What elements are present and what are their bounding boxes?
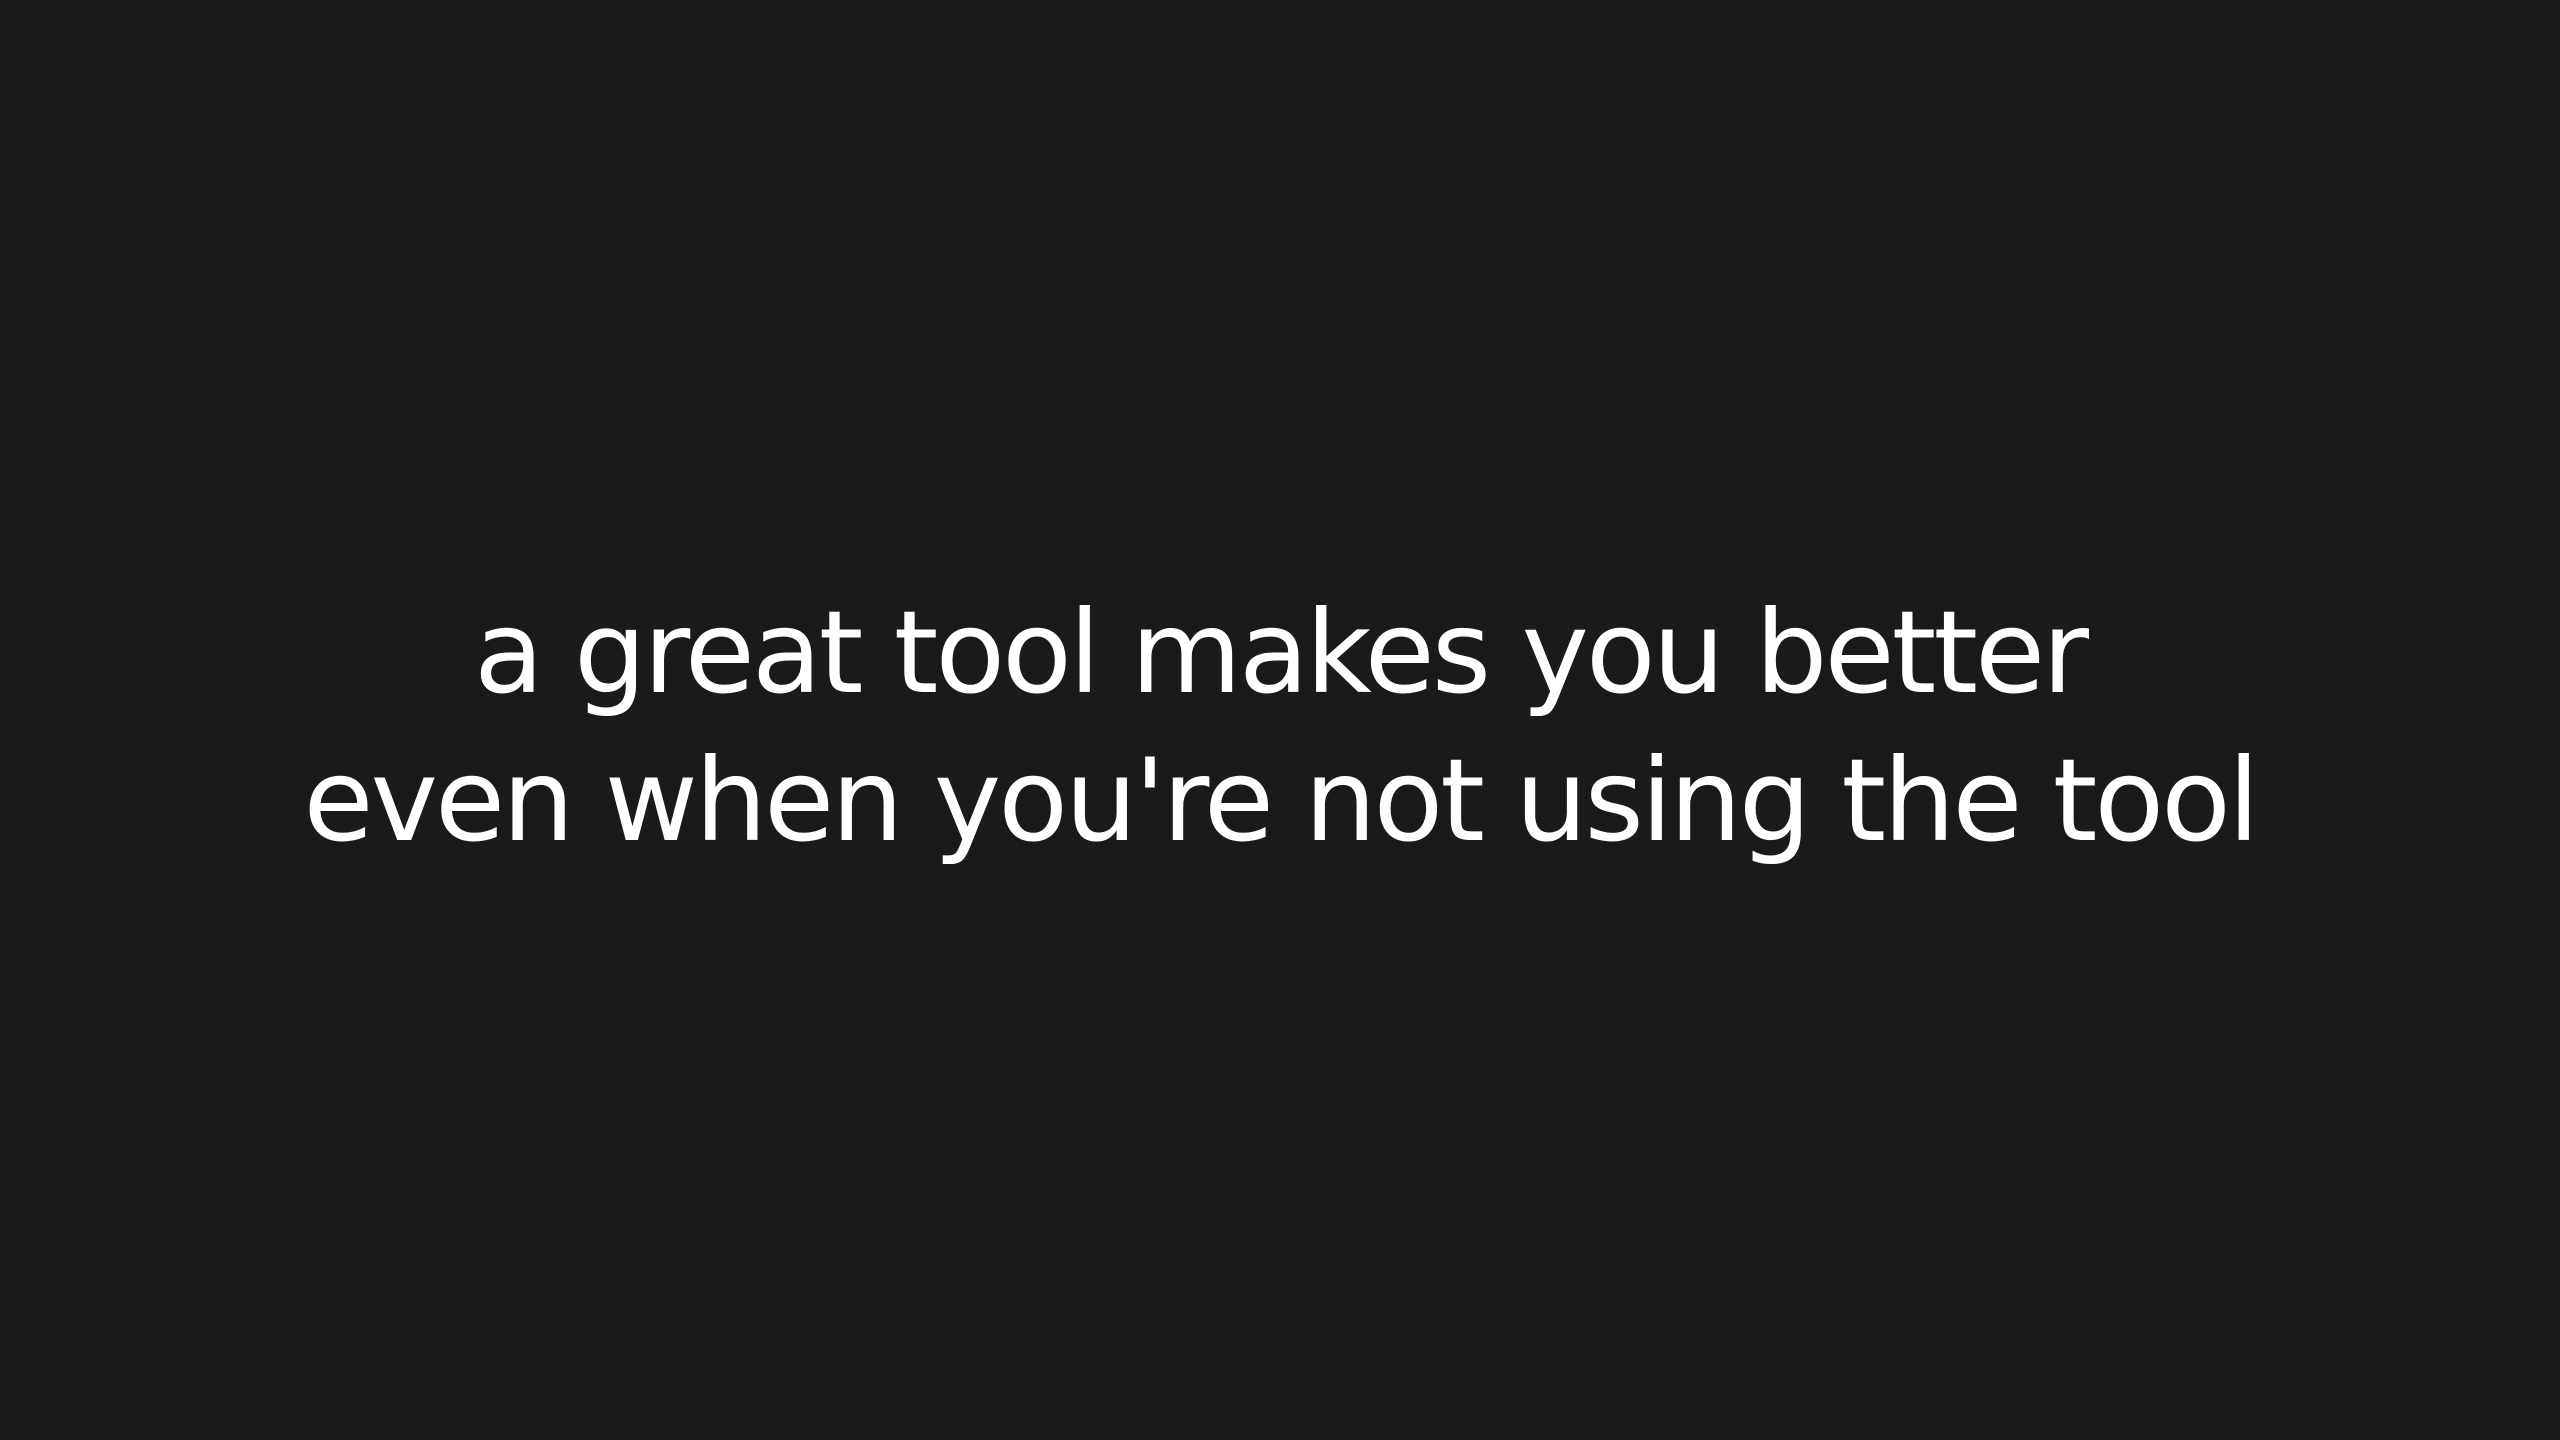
quote-line-2: even when you're not using the tool — [303, 734, 2259, 867]
quote-line-1: a great tool makes you better — [473, 586, 2089, 719]
quote-text: a great tool makes you better even when … — [303, 579, 2259, 875]
slide: a great tool makes you better even when … — [0, 0, 2560, 1440]
